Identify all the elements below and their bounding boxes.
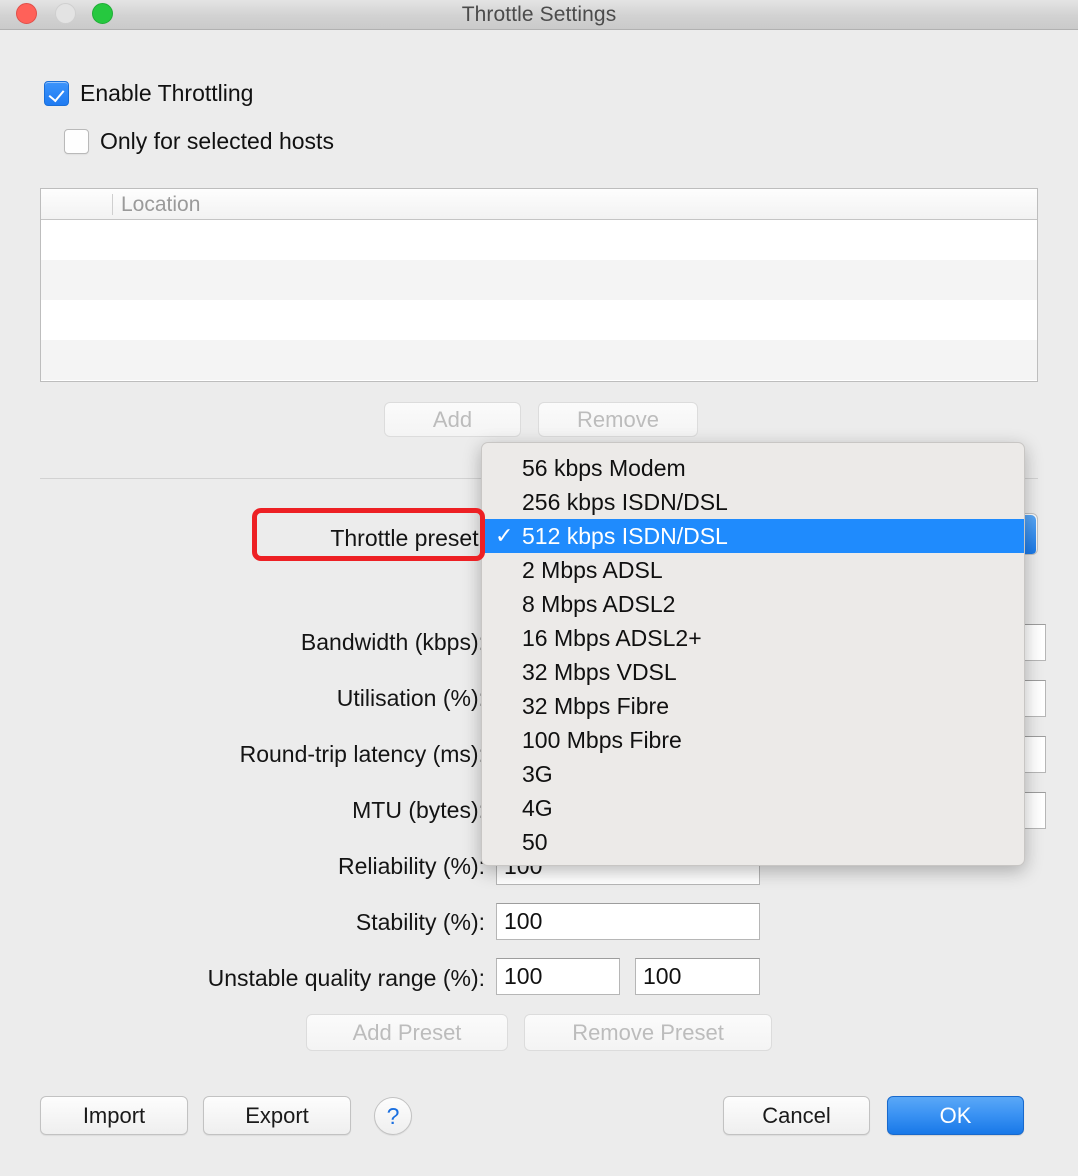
menu-item-label: 8 Mbps ADSL2 (522, 591, 676, 617)
hosts-table[interactable]: Location (40, 188, 1038, 382)
checkbox-checked-icon[interactable] (44, 81, 69, 106)
menu-item-label: 2 Mbps ADSL (522, 557, 663, 583)
menu-item[interactable]: 256 kbps ISDN/DSL (482, 485, 1024, 519)
enable-throttling-row[interactable]: Enable Throttling (44, 80, 253, 107)
table-row[interactable] (41, 260, 1037, 300)
table-row[interactable] (41, 220, 1037, 260)
window-titlebar: Throttle Settings (0, 0, 1078, 30)
check-icon: ✓ (495, 523, 514, 548)
menu-item-label: 3G (522, 761, 553, 787)
menu-item[interactable]: 32 Mbps Fibre (482, 689, 1024, 723)
cancel-button[interactable]: Cancel (723, 1096, 870, 1135)
unstable-range-max-input[interactable]: 100 (635, 958, 760, 995)
enable-throttling-label: Enable Throttling (80, 80, 254, 106)
throttle-settings-window: Throttle Settings Enable Throttling Only… (0, 0, 1078, 1176)
menu-item-label: 56 kbps Modem (522, 455, 686, 481)
menu-item[interactable]: 4G (482, 791, 1024, 825)
remove-host-button[interactable]: Remove (538, 402, 698, 437)
only-selected-hosts-row[interactable]: Only for selected hosts (64, 128, 334, 155)
menu-item[interactable]: 100 Mbps Fibre (482, 723, 1024, 757)
only-selected-hosts-label: Only for selected hosts (100, 128, 334, 154)
checkbox-unchecked-icon[interactable] (64, 129, 89, 154)
mtu-label: MTU (bytes): (352, 797, 485, 823)
reliability-label: Reliability (%): (338, 853, 485, 879)
menu-item-label: 32 Mbps Fibre (522, 693, 670, 719)
table-header-row: Location (41, 189, 1037, 220)
menu-item-label: 50 (522, 829, 548, 855)
window-title: Throttle Settings (461, 3, 617, 26)
menu-item[interactable]: 50 (482, 825, 1024, 859)
bandwidth-label: Bandwidth (kbps): (300, 629, 485, 655)
help-icon[interactable]: ? (374, 1097, 412, 1135)
column-divider[interactable] (112, 194, 113, 215)
unstable-range-min-input[interactable]: 100 (496, 958, 620, 995)
menu-item[interactable]: 16 Mbps ADSL2+ (482, 621, 1024, 655)
table-row[interactable] (41, 340, 1037, 380)
latency-label: Round-trip latency (ms): (239, 741, 485, 767)
menu-item[interactable]: 3G (482, 757, 1024, 791)
add-host-button[interactable]: Add (384, 402, 521, 437)
menu-item[interactable]: 32 Mbps VDSL (482, 655, 1024, 689)
menu-item-label: 32 Mbps VDSL (522, 659, 677, 685)
column-header-location[interactable]: Location (121, 189, 200, 220)
menu-item[interactable]: 56 kbps Modem (482, 451, 1024, 485)
export-button[interactable]: Export (203, 1096, 351, 1135)
menu-item-label: 100 Mbps Fibre (522, 727, 682, 753)
menu-item-label: 512 kbps ISDN/DSL (522, 523, 728, 549)
table-row[interactable] (41, 300, 1037, 340)
throttle-preset-menu[interactable]: 56 kbps Modem 256 kbps ISDN/DSL ✓ 512 kbps … (481, 442, 1025, 866)
menu-item-label: 16 Mbps ADSL2+ (522, 625, 702, 651)
add-preset-button[interactable]: Add Preset (306, 1014, 508, 1051)
menu-item[interactable]: 2 Mbps ADSL (482, 553, 1024, 587)
unstable-range-label: Unstable quality range (%): (207, 965, 485, 991)
utilisation-label: Utilisation (%): (336, 685, 485, 711)
remove-preset-button[interactable]: Remove Preset (524, 1014, 772, 1051)
menu-item-label: 4G (522, 795, 553, 821)
menu-item[interactable]: ✓ 512 kbps ISDN/DSL (482, 519, 1024, 553)
stability-input[interactable]: 100 (496, 903, 760, 940)
throttle-preset-label: Throttle preset: (330, 525, 485, 551)
menu-item-label: 256 kbps ISDN/DSL (522, 489, 728, 515)
import-button[interactable]: Import (40, 1096, 188, 1135)
stability-label: Stability (%): (355, 909, 485, 935)
ok-button[interactable]: OK (887, 1096, 1024, 1135)
menu-item[interactable]: 8 Mbps ADSL2 (482, 587, 1024, 621)
